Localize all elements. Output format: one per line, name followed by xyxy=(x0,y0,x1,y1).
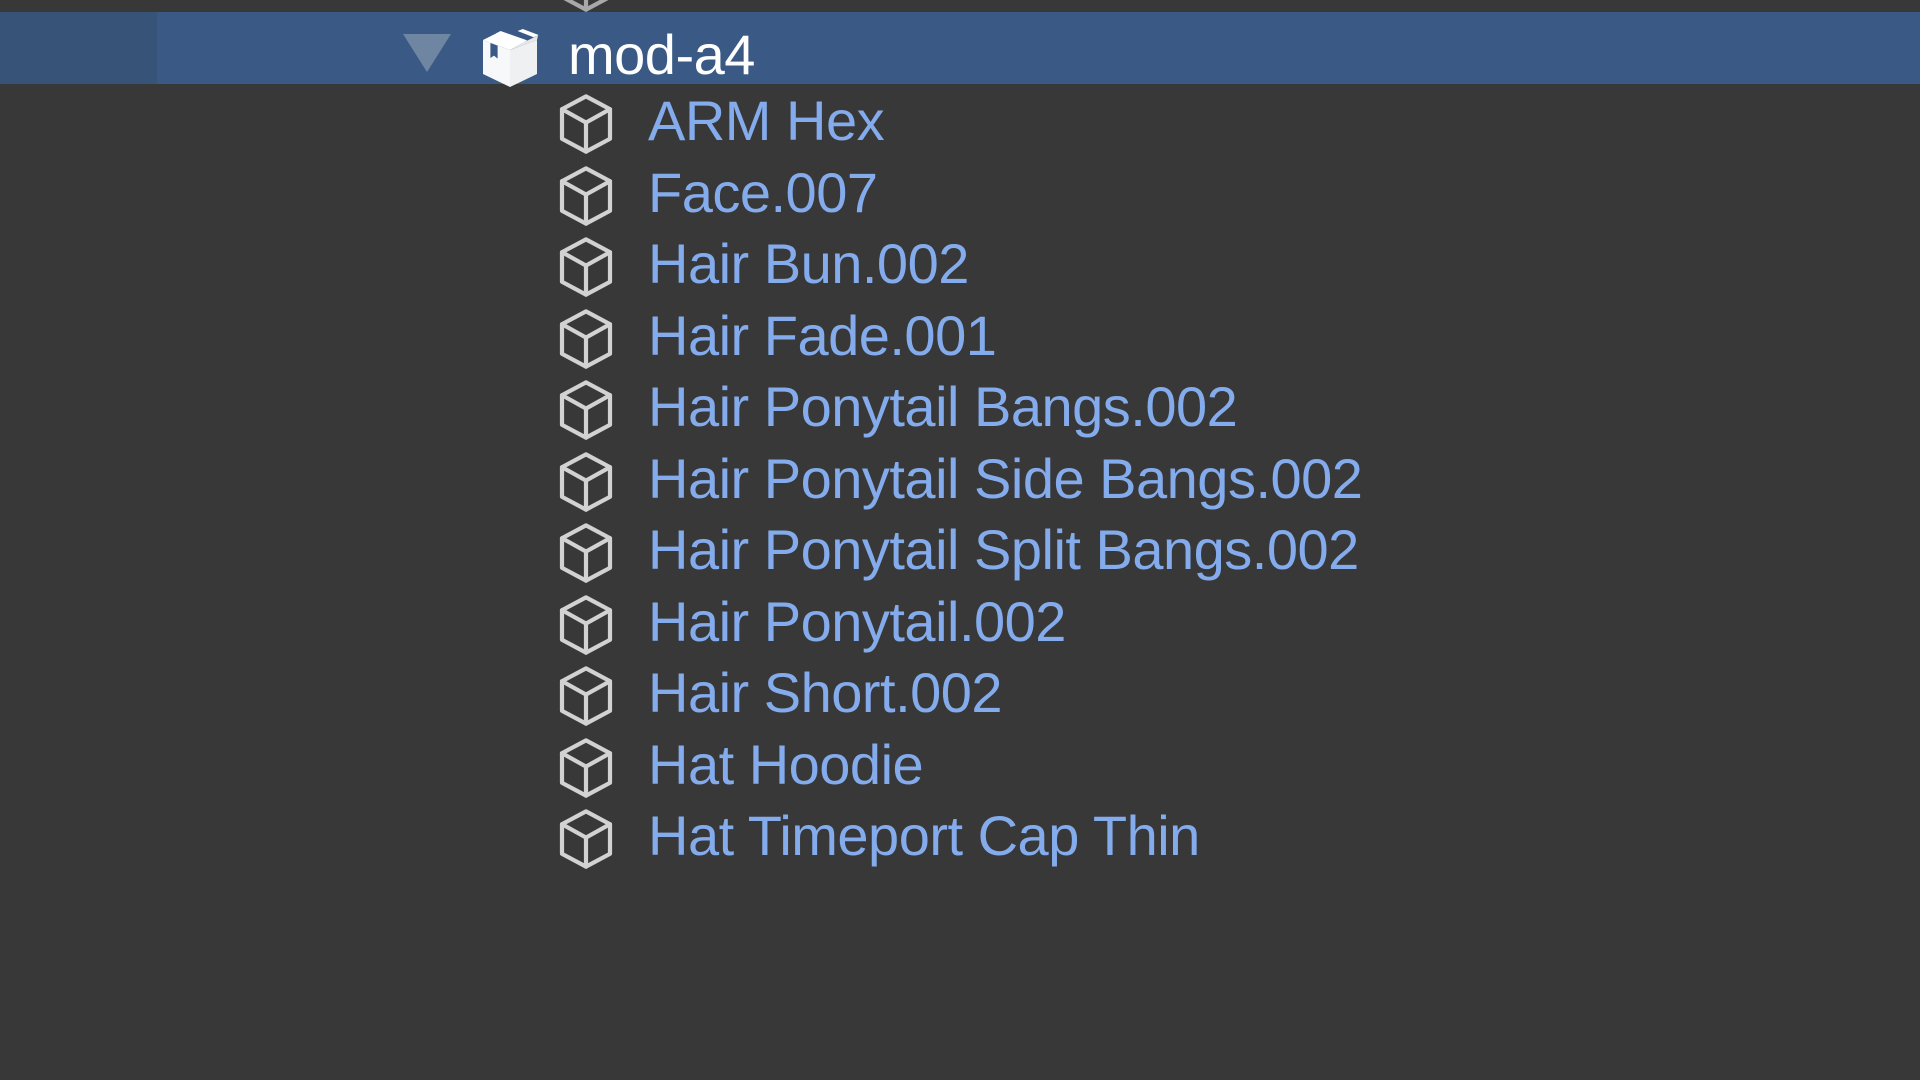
mesh-name-label[interactable]: Face.007 xyxy=(648,164,878,221)
mesh-name-label[interactable]: Hair Fade.001 xyxy=(648,307,997,364)
outliner-row-mesh[interactable]: Face.007 xyxy=(0,160,1920,232)
mesh-name-label[interactable]: Hair Ponytail.002 xyxy=(648,593,1066,650)
outliner-row-mesh[interactable]: Hair Ponytail.002 xyxy=(0,589,1920,661)
collection-name-label[interactable]: mod-a4 xyxy=(568,27,755,83)
outliner-row-mesh[interactable]: ARM Hex xyxy=(0,88,1920,160)
triangle-down-icon[interactable] xyxy=(403,34,451,72)
mesh-data-icon xyxy=(559,165,613,226)
row-selection-highlight-gutter xyxy=(0,12,157,84)
outliner-row-mesh[interactable]: Hair Bun.002 xyxy=(0,231,1920,303)
outliner-row-mesh[interactable]: Hair Fade.001 xyxy=(0,303,1920,375)
mesh-name-label[interactable]: Hair Ponytail Bangs.002 xyxy=(648,379,1238,435)
mesh-data-icon xyxy=(559,451,613,512)
outliner-row-mesh[interactable]: Hat Timeport Cap Thin xyxy=(0,803,1920,875)
mesh-data-icon xyxy=(559,809,613,869)
mesh-data-icon xyxy=(559,594,613,655)
mesh-data-icon xyxy=(559,380,613,440)
outliner-row-mesh[interactable]: Hair Ponytail Split Bangs.002 xyxy=(0,517,1920,589)
mesh-name-label[interactable]: ARM Hex xyxy=(648,93,885,149)
outliner-row-mesh[interactable]: Hair Short.002 xyxy=(0,660,1920,732)
outliner-row-mesh[interactable]: Hat Hoodie xyxy=(0,732,1920,804)
mesh-name-label[interactable]: Hair Bun.002 xyxy=(648,236,969,292)
outliner-row-cropped[interactable] xyxy=(0,0,1920,12)
mesh-data-icon xyxy=(559,666,613,726)
mesh-data-icon xyxy=(559,308,613,369)
mesh-data-icon xyxy=(559,237,613,297)
mesh-data-icon xyxy=(559,94,613,154)
collection-icon xyxy=(483,29,539,87)
outliner-row-collection[interactable]: mod-a4 xyxy=(0,12,1920,87)
mesh-name-label[interactable]: Hair Ponytail Side Bangs.002 xyxy=(648,450,1363,507)
blender-outliner[interactable]: mod-a4 ARM Hex Face.007 Hair Bun.002 Hair F… xyxy=(0,0,1920,1080)
row-selection-highlight xyxy=(0,12,1920,84)
mesh-name-label[interactable]: Hat Hoodie xyxy=(648,736,924,793)
mesh-data-icon xyxy=(563,0,609,12)
outliner-row-mesh[interactable]: Hair Ponytail Side Bangs.002 xyxy=(0,446,1920,518)
outliner-row-mesh[interactable]: Hair Ponytail Bangs.002 xyxy=(0,374,1920,446)
mesh-name-label[interactable]: Hair Short.002 xyxy=(648,665,1003,721)
mesh-name-label[interactable]: Hat Timeport Cap Thin xyxy=(648,808,1200,864)
mesh-data-icon xyxy=(559,523,613,583)
mesh-name-label[interactable]: Hair Ponytail Split Bangs.002 xyxy=(648,522,1359,578)
mesh-data-icon xyxy=(559,737,613,798)
